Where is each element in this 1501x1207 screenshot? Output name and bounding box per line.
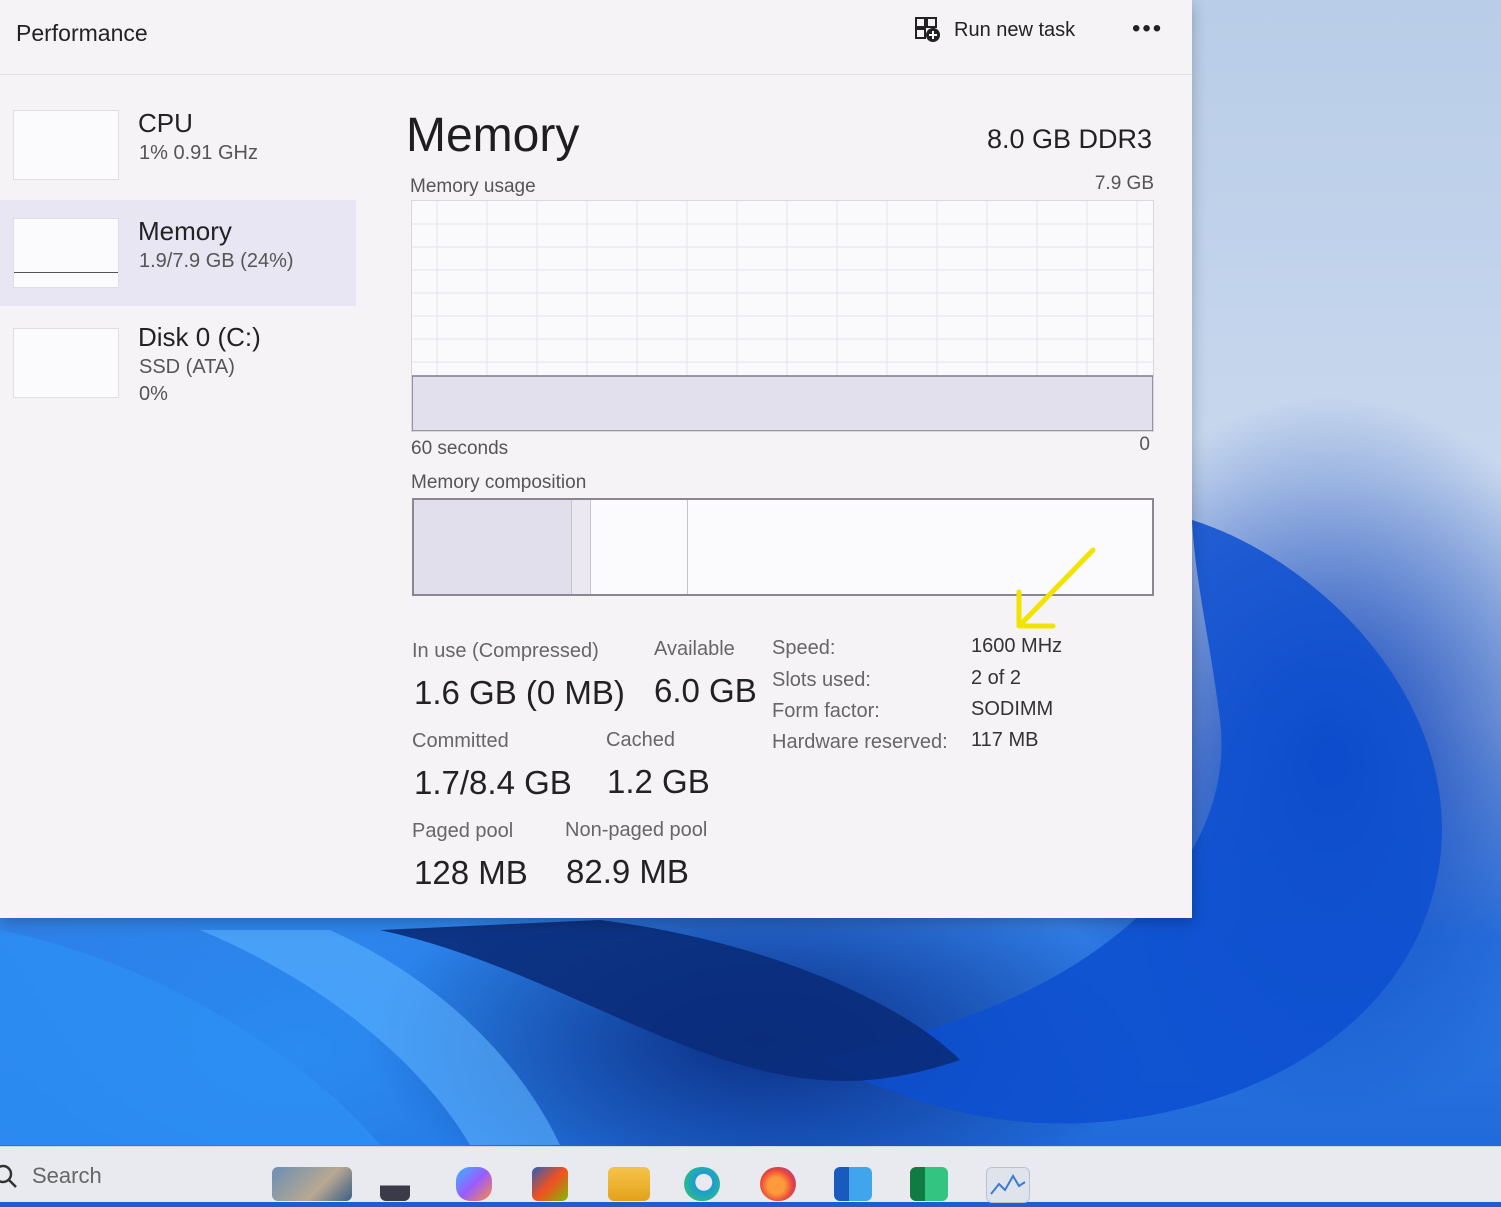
firefox-icon[interactable] [760, 1167, 796, 1201]
composition-divider [687, 500, 688, 594]
paged-pool-label: Paged pool [412, 820, 514, 842]
in-use-label: In use (Compressed) [412, 640, 599, 662]
memory-usage-graph [411, 200, 1154, 432]
x-axis-left-label: 60 seconds [411, 438, 509, 459]
edge-icon[interactable] [684, 1167, 720, 1201]
run-new-task-label: Run new task [954, 18, 1076, 41]
committed-label: Committed [412, 730, 509, 752]
disk-thumbnail-graph [13, 328, 119, 398]
memory-usage-grid [411, 201, 1154, 432]
sidebar-item-label: Memory [138, 216, 232, 246]
sidebar-item-memory[interactable]: Memory 1.9/7.9 GB (24%) [0, 200, 356, 306]
annotation-arrow-icon [1016, 547, 1096, 629]
run-new-task-button[interactable]: Run new task [914, 14, 1075, 46]
file-explorer-pinned-icon[interactable] [380, 1167, 410, 1201]
title-bar: Performance Run new task ••• [0, 0, 1192, 75]
sidebar-item-sub: 1% 0.91 GHz [139, 142, 258, 164]
cpu-thumbnail-graph [13, 110, 119, 180]
sidebar-item-label: Disk 0 (C:) [138, 322, 261, 352]
paged-pool-value: 128 MB [414, 854, 528, 891]
excel-icon[interactable] [910, 1167, 948, 1201]
composition-in-use [414, 500, 571, 594]
form-factor-key: Form factor: [772, 700, 880, 722]
non-paged-pool-label: Non-paged pool [565, 819, 708, 841]
search-icon [0, 1164, 17, 1188]
available-label: Available [654, 638, 735, 660]
cached-label: Cached [606, 729, 675, 751]
in-use-value: 1.6 GB (0 MB) [414, 674, 625, 711]
run-task-icon [915, 17, 940, 42]
memory-usage-fill [411, 375, 1154, 432]
widgets-icon[interactable] [272, 1167, 352, 1201]
memory-heading: Memory [406, 109, 580, 162]
sidebar-item-disk[interactable]: Disk 0 (C:) SSD (ATA) 0% [0, 308, 356, 414]
folder-icon[interactable] [608, 1167, 650, 1201]
sidebar-item-sub: SSD (ATA) [139, 356, 235, 378]
sidebar-item-label: CPU [138, 108, 193, 138]
copilot-icon[interactable] [456, 1167, 492, 1201]
task-manager-glyph [990, 1174, 1026, 1195]
task-manager-icon[interactable] [986, 1167, 1030, 1203]
memory-thumbnail-graph [13, 218, 119, 288]
hardware-reserved-key: Hardware reserved: [772, 731, 948, 753]
search-placeholder: Search [32, 1163, 102, 1188]
hardware-reserved-value: 117 MB [971, 729, 1039, 751]
memory-usage-max: 7.9 GB [1094, 173, 1154, 194]
task-manager-window: Performance Run new task ••• CPU 1% 0.91… [0, 0, 1192, 918]
taskbar: Search [0, 1146, 1501, 1203]
sidebar-item-cpu[interactable]: CPU 1% 0.91 GHz [0, 92, 356, 198]
word-icon[interactable] [834, 1167, 872, 1201]
taskbar-search[interactable]: Search [0, 1163, 102, 1189]
cached-value: 1.2 GB [607, 763, 710, 800]
store-icon[interactable] [532, 1167, 568, 1201]
memory-usage-label: Memory usage [410, 176, 536, 197]
sidebar-item-sub2: 0% [139, 383, 168, 405]
more-options-icon[interactable]: ••• [1132, 15, 1163, 43]
page-title: Performance [16, 20, 148, 46]
x-axis-right-label: 0 [1139, 434, 1150, 455]
committed-value: 1.7/8.4 GB [414, 764, 572, 801]
slots-used-value: 2 of 2 [971, 667, 1022, 689]
memory-type: 8.0 GB DDR3 [986, 124, 1152, 154]
memory-composition-label: Memory composition [411, 472, 587, 493]
composition-modified [571, 500, 591, 594]
sidebar-item-sub: 1.9/7.9 GB (24%) [139, 250, 294, 272]
non-paged-pool-value: 82.9 MB [566, 853, 689, 890]
form-factor-value: SODIMM [971, 698, 1054, 720]
available-value: 6.0 GB [654, 672, 757, 709]
slots-used-key: Slots used: [772, 669, 871, 691]
speed-key: Speed: [772, 637, 836, 659]
